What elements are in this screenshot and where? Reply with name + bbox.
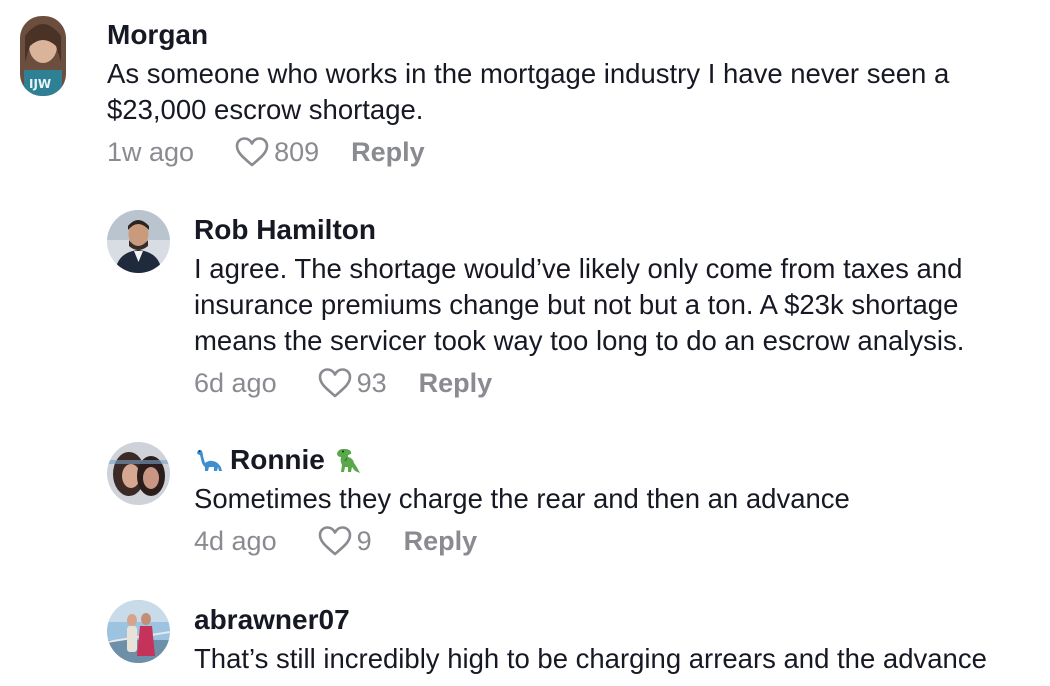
comment-timestamp: 6d ago [194,367,277,398]
comment-username[interactable]: Morgan [107,18,1037,52]
comment-username[interactable]: Rob Hamilton [194,213,1044,247]
comment-text: As someone who works in the mortgage ind… [107,58,950,125]
t-rex-emoji-icon [331,445,361,475]
comment-text: Sometimes they charge the rear and then … [194,483,850,514]
comment-rob-hamilton: Rob Hamilton I agree. The shortage would… [0,200,1050,410]
avatar[interactable] [107,442,170,505]
like-count: 809 [274,136,320,167]
comment-timestamp: 1w ago [107,136,195,167]
avatar[interactable] [107,600,170,663]
comment-timestamp: 4d ago [194,525,277,556]
avatar[interactable]: IJW [20,16,66,96]
avatar[interactable] [107,210,170,273]
svg-text:IJW: IJW [29,77,51,91]
comment-morgan: IJW Morgan As someone who works in the m… [0,0,1050,180]
comment-abrawner07: abrawner07 That’s still incredibly high … [0,590,1050,686]
comment-username[interactable]: abrawner07 [194,603,1050,637]
comment-meta: 6d ago 93 Reply [194,365,1044,401]
comment-username[interactable]: Ronnie [194,443,1044,477]
heart-outline-icon[interactable] [317,367,353,399]
comment-text: I agree. The shortage would’ve likely on… [194,253,965,356]
comment-meta: 4d ago 9 Reply [194,523,1044,559]
like-button[interactable]: 809 [234,136,319,168]
like-count: 93 [356,367,387,398]
comment-meta: 1w ago 809 Reply [107,134,1037,170]
reply-button[interactable]: Reply [419,368,493,399]
reply-button[interactable]: Reply [404,526,478,557]
sauropod-emoji-icon [194,445,224,475]
comment-ronnie: Ronnie Sometimes they charge the rear an… [0,430,1050,570]
comment-text: That’s still incredibly high to be charg… [194,643,987,674]
like-count: 9 [356,525,372,556]
heart-outline-icon[interactable] [317,525,353,557]
reply-button[interactable]: Reply [351,137,425,168]
heart-outline-icon[interactable] [234,136,270,168]
like-button[interactable]: 93 [317,367,387,399]
like-button[interactable]: 9 [317,525,372,557]
username-text: Ronnie [230,444,325,475]
